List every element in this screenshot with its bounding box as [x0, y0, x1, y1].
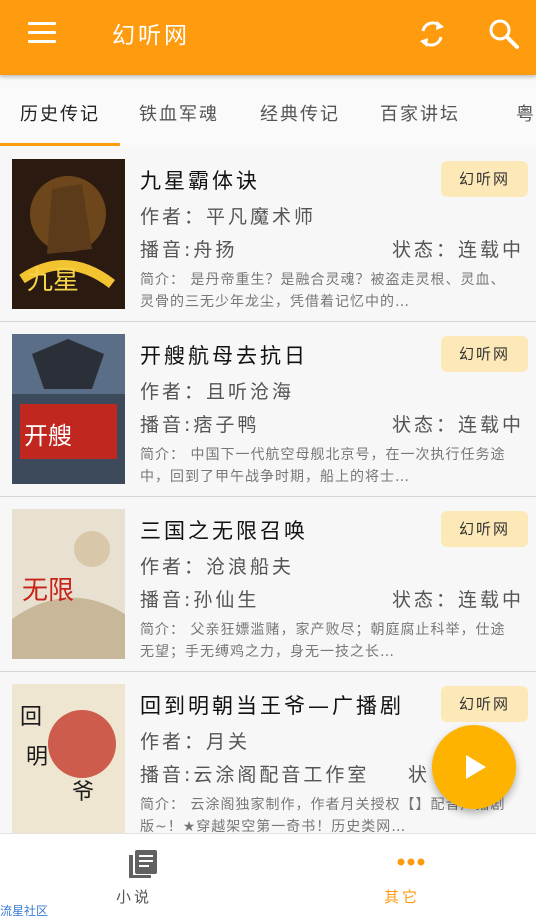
intro-label: 简介： [140, 272, 185, 288]
author-label: 作者： [140, 556, 207, 578]
author-value: 沧浪船夫 [206, 556, 295, 578]
book-icon [129, 850, 157, 878]
book-author: 作者：沧浪船夫 [140, 552, 294, 579]
watermark: 流星社区 [0, 904, 49, 916]
book-author: 作者：月关 [140, 727, 250, 754]
refresh-icon[interactable] [414, 16, 450, 52]
intro-text: 是丹帝重生？是融合灵魂？被盗走灵根、灵血、灵骨的三无少年龙尘，凭借着记忆中的… [140, 272, 506, 310]
svg-text:回: 回 [20, 705, 42, 730]
author-value: 月关 [206, 731, 251, 753]
source-badge-button[interactable]: 幻听网 [441, 336, 528, 372]
book-cover: 回 明 爷 [12, 684, 125, 833]
book-title: 三国之无限召唤 [140, 519, 308, 543]
book-item[interactable]: 九星 九星霸体诀 幻听网 作者：平凡魔术师 播音:舟扬 状态：连载中 简介： 是… [0, 147, 536, 322]
book-narrator: 播音:舟扬 [140, 235, 237, 262]
book-narrator: 播音:痞子鸭 [140, 410, 259, 437]
book-title: 开艘航母去抗日 [140, 344, 308, 368]
tab-military[interactable]: 铁血军魂 [139, 100, 219, 126]
source-badge-button[interactable]: 幻听网 [441, 511, 528, 547]
svg-text:爷: 爷 [72, 780, 94, 805]
author-label: 作者： [140, 731, 207, 753]
status-value: 连载中 [457, 589, 524, 611]
book-status: 状态：连载中 [392, 585, 524, 612]
intro-label: 简介： [140, 797, 185, 813]
narrator-value: 云涂阁配音工作室 [193, 764, 370, 786]
tab-lecture-room[interactable]: 百家讲坛 [380, 100, 460, 126]
status-label: 状态： [391, 239, 458, 261]
author-label: 作者： [140, 381, 207, 403]
source-badge-button[interactable]: 幻听网 [441, 686, 528, 722]
book-title: 回到明朝当王爷—广播剧 [140, 694, 404, 718]
svg-text:明: 明 [26, 745, 48, 770]
intro-text: 中国下一代航空母舰北京号，在一次执行任务途中，回到了甲午战争时期，船上的将士… [140, 447, 506, 485]
book-intro: 简介： 父亲狂嫖滥赌，家产败尽；朝庭腐止科举，仕途无望；手无缚鸡之力，身无一技之… [140, 619, 520, 663]
book-intro: 简介： 中国下一代航空母舰北京号，在一次执行任务途中，回到了甲午战争时期，船上的… [140, 444, 520, 488]
author-label: 作者： [140, 206, 207, 228]
app-title: 幻听网 [112, 23, 190, 49]
status-value: 连载中 [457, 414, 524, 436]
book-author: 作者：平凡魔术师 [140, 202, 316, 229]
intro-label: 简介： [140, 447, 185, 463]
nav-other-label: 其它 [383, 888, 420, 906]
status-label: 状态： [391, 589, 458, 611]
book-cover: 九星 [12, 159, 125, 309]
status-label: 状态： [391, 414, 458, 436]
search-icon[interactable] [486, 16, 522, 52]
narrator-label: 播音: [140, 414, 194, 436]
author-value: 且听沧海 [206, 381, 295, 403]
book-cover: 开艘 [12, 334, 125, 484]
bottom-nav: 小说 其它 [0, 833, 536, 916]
menu-icon[interactable] [24, 20, 60, 46]
tab-cantonese[interactable]: 粤 [516, 100, 536, 126]
narrator-value: 孙仙生 [193, 589, 260, 611]
narrator-label: 播音: [140, 239, 194, 261]
book-author: 作者：且听沧海 [140, 377, 294, 404]
svg-text:无限: 无限 [22, 576, 74, 606]
status-value: 连载中 [457, 239, 524, 261]
book-item[interactable]: 开艘 开艘航母去抗日 幻听网 作者：且听沧海 播音:痞子鸭 状态：连载中 简介：… [0, 322, 536, 497]
book-title: 九星霸体诀 [140, 169, 260, 193]
book-narrator: 播音:孙仙生 [140, 585, 259, 612]
narrator-label: 播音: [140, 764, 194, 786]
tab-history-biography[interactable]: 历史传记 [20, 100, 100, 126]
intro-label: 简介： [140, 622, 185, 638]
narrator-value: 舟扬 [193, 239, 238, 261]
app-bar: 幻听网 [0, 0, 536, 75]
play-icon [466, 755, 486, 779]
svg-text:开艘: 开艘 [24, 422, 72, 450]
source-badge-button[interactable]: 幻听网 [441, 161, 528, 197]
category-tabs: 历史传记 铁血军魂 经典传记 百家讲坛 粤 [0, 75, 536, 147]
more-dots-icon [397, 858, 425, 866]
svg-text:九星: 九星 [27, 266, 79, 296]
play-button[interactable] [432, 725, 516, 809]
book-status: 状态：连载中 [392, 235, 524, 262]
status-label: 状 [408, 764, 431, 786]
book-item[interactable]: 无限 三国之无限召唤 幻听网 作者：沧浪船夫 播音:孙仙生 状态：连载中 简介：… [0, 497, 536, 672]
author-value: 平凡魔术师 [206, 206, 317, 228]
nav-other[interactable]: 其它 [268, 834, 536, 916]
book-narrator: 播音:云涂阁配音工作室 [140, 760, 369, 787]
narrator-value: 痞子鸭 [193, 414, 260, 436]
narrator-label: 播音: [140, 589, 194, 611]
book-status: 状态：连载中 [392, 410, 524, 437]
tab-classic-biography[interactable]: 经典传记 [260, 100, 340, 126]
tab-indicator [0, 143, 120, 146]
book-cover: 无限 [12, 509, 125, 659]
book-intro: 简介： 是丹帝重生？是融合灵魂？被盗走灵根、灵血、灵骨的三无少年龙尘，凭借着记忆… [140, 269, 520, 313]
intro-text: 父亲狂嫖滥赌，家产败尽；朝庭腐止科举，仕途无望；手无缚鸡之力，身无一技之长… [140, 622, 506, 660]
